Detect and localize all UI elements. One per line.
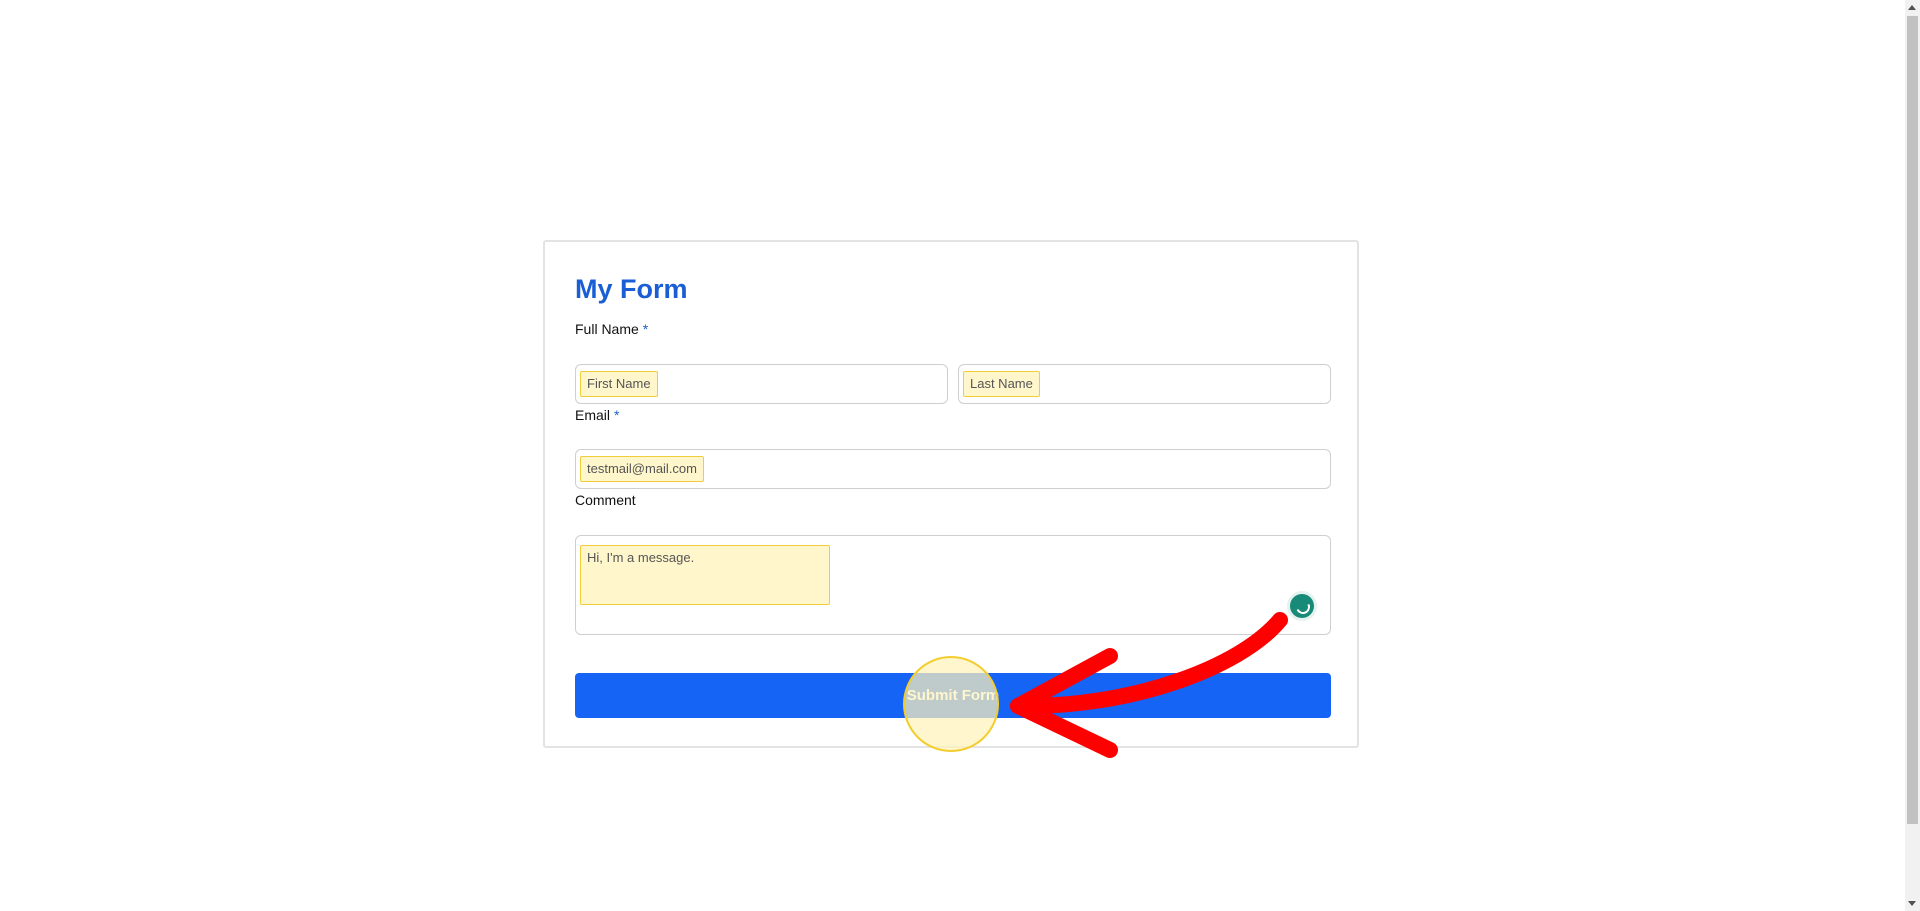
page: My Form Full Name * First Name Last Name … — [0, 0, 1920, 911]
first-name-placeholder: First Name — [580, 371, 658, 397]
email-label: Email * — [575, 407, 619, 423]
scroll-down-icon[interactable] — [1908, 901, 1916, 906]
comment-value: Hi, I'm a message. — [580, 545, 830, 605]
form-card: My Form Full Name * First Name Last Name … — [543, 240, 1359, 748]
email-value: testmail@mail.com — [580, 456, 704, 482]
full-name-label: Full Name * — [575, 321, 648, 337]
required-mark: * — [614, 407, 620, 423]
email-field[interactable]: testmail@mail.com — [575, 449, 1331, 489]
vertical-scrollbar[interactable] — [1905, 0, 1920, 911]
submit-form-button[interactable]: Submit Form — [575, 673, 1331, 718]
last-name-field[interactable]: Last Name — [958, 364, 1331, 404]
form-title: My Form — [575, 274, 688, 304]
comment-label: Comment — [575, 492, 636, 508]
required-mark: * — [642, 321, 649, 337]
last-name-placeholder: Last Name — [963, 371, 1040, 397]
comment-field[interactable]: Hi, I'm a message. — [575, 535, 1331, 635]
first-name-field[interactable]: First Name — [575, 364, 948, 404]
scroll-thumb[interactable] — [1907, 16, 1918, 824]
email-label-text: Email — [575, 407, 611, 423]
grammar-check-icon[interactable] — [1290, 594, 1314, 618]
scroll-up-icon[interactable] — [1908, 5, 1916, 10]
full-name-label-text: Full Name — [575, 321, 639, 337]
